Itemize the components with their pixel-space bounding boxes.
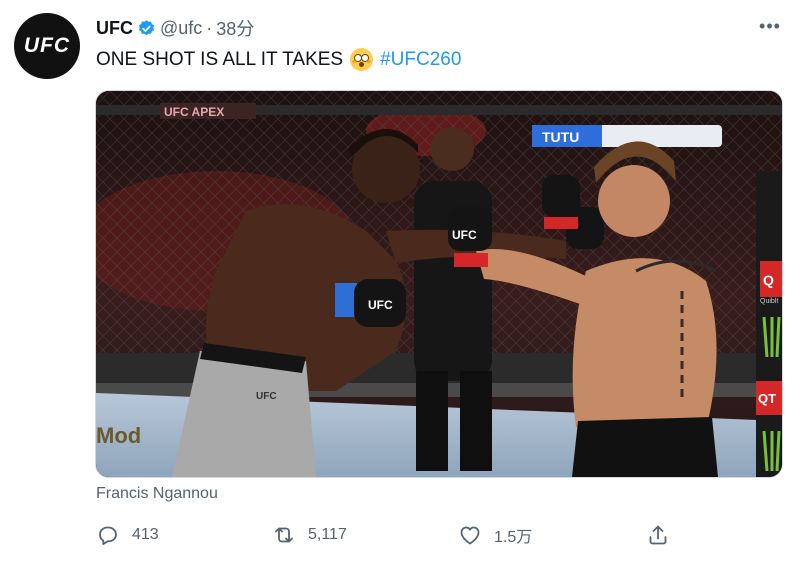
photo-caption[interactable]: Francis Ngannou xyxy=(96,485,218,503)
avatar-logo-text: UFC xyxy=(23,34,71,57)
apex-sign: UFC APEX xyxy=(164,105,224,119)
like-button[interactable]: 1.5万 xyxy=(458,520,532,550)
tweet[interactable]: UFC UFC @ufc · 38分 ••• ONE SHOT IS ALL I… xyxy=(0,0,800,566)
tweet-text: ONE SHOT IS ALL IT TAKES #UFC260 xyxy=(96,48,461,71)
avatar[interactable]: UFC xyxy=(14,13,80,79)
left-glove-logo: UFC xyxy=(368,298,393,312)
banner-sign: TUTU xyxy=(542,129,579,145)
like-count: 1.5万 xyxy=(494,529,533,546)
display-name[interactable]: UFC xyxy=(96,18,133,39)
more-icon[interactable]: ••• xyxy=(758,14,782,38)
user-handle[interactable]: @ufc xyxy=(160,18,202,39)
heart-icon xyxy=(460,526,480,545)
tweet-actions: 413 5,117 1.5万 xyxy=(96,520,676,550)
tweet-photo[interactable]: UFC APEX TUTU Mod Q Quiblt QT UFC UFC UF… xyxy=(95,90,783,478)
tweet-body: ONE SHOT IS ALL IT TAKES xyxy=(96,48,344,70)
reply-count: 413 xyxy=(132,526,159,543)
hashtag-link[interactable]: #UFC260 xyxy=(380,49,461,71)
flushed-face-emoji-icon xyxy=(350,48,374,71)
timestamp[interactable]: 38分 xyxy=(216,15,254,41)
right-glove-logo: UFC xyxy=(452,228,477,242)
verified-badge-icon xyxy=(138,19,155,35)
tweet-header: UFC @ufc · 38分 xyxy=(96,15,254,41)
sponsor-q-sub-sign: Quiblt xyxy=(760,298,778,305)
retweet-button[interactable]: 5,117 xyxy=(272,520,347,550)
share-icon xyxy=(649,525,667,545)
sponsor-qt-sign: QT xyxy=(758,391,776,406)
floor-logo: Mod xyxy=(96,423,141,448)
retweet-icon xyxy=(275,527,293,543)
reply-icon xyxy=(99,526,117,545)
sponsor-q-sign: Q xyxy=(763,272,774,288)
retweet-count: 5,117 xyxy=(308,526,347,543)
shorts-logo: UFC xyxy=(256,391,277,402)
separator-dot: · xyxy=(206,17,213,38)
share-button[interactable] xyxy=(646,520,670,550)
fight-photo-illustration: UFC APEX TUTU Mod Q Quiblt QT UFC UFC UF… xyxy=(96,91,782,477)
reply-button[interactable]: 413 xyxy=(96,520,159,550)
